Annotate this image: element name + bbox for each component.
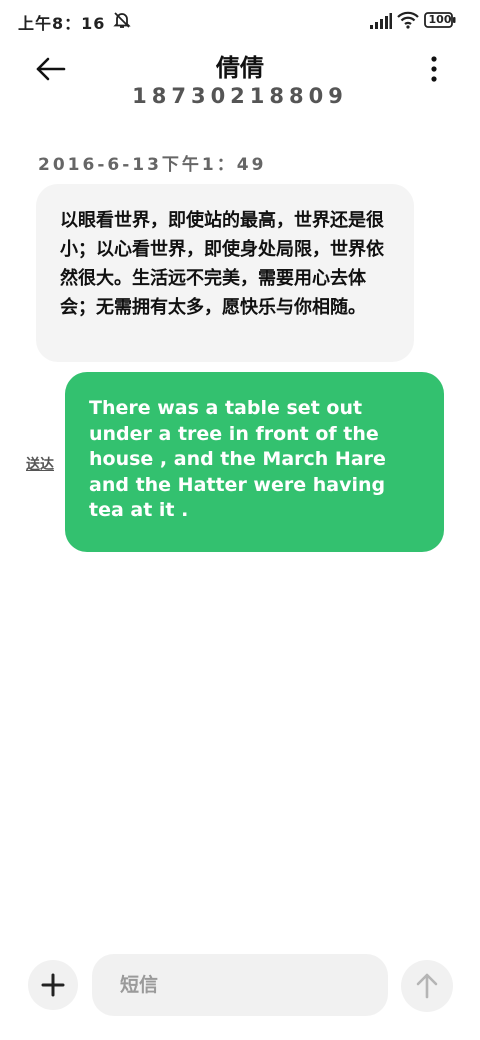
- contact-number: 18730218809: [132, 84, 348, 108]
- message-timestamp: 2016-6-13下午1：49: [38, 155, 267, 175]
- battery-level: 100: [428, 13, 452, 26]
- send-arrow-icon: [416, 973, 438, 999]
- more-vertical-icon: [431, 56, 437, 82]
- outgoing-message-bubble[interactable]: There was a table set out under a tree i…: [65, 372, 444, 552]
- incoming-message-text: 以眼看世界，即使站的最高，世界还是很小；以心看世界，即使身处局限，世界依然很大。…: [60, 210, 384, 318]
- signal-icon: [370, 13, 392, 29]
- status-bar: 上午8：16 100: [0, 0, 480, 40]
- message-input[interactable]: 短信: [92, 954, 388, 1016]
- attach-button[interactable]: [28, 960, 78, 1010]
- more-options-button[interactable]: [420, 54, 448, 84]
- back-arrow-icon: [36, 57, 66, 81]
- incoming-message-bubble[interactable]: 以眼看世界，即使站的最高，世界还是很小；以心看世界，即使身处局限，世界依然很大。…: [36, 184, 414, 362]
- status-time: 上午8：16: [18, 14, 106, 33]
- contact-name: 倩倩: [216, 54, 264, 82]
- outgoing-message-text: There was a table set out under a tree i…: [89, 397, 386, 521]
- send-button[interactable]: [401, 960, 453, 1012]
- wifi-icon: [397, 11, 419, 29]
- plus-icon: [41, 973, 65, 997]
- back-button[interactable]: [30, 52, 70, 86]
- mute-icon: [113, 12, 131, 28]
- delivery-status: 送达: [26, 457, 54, 473]
